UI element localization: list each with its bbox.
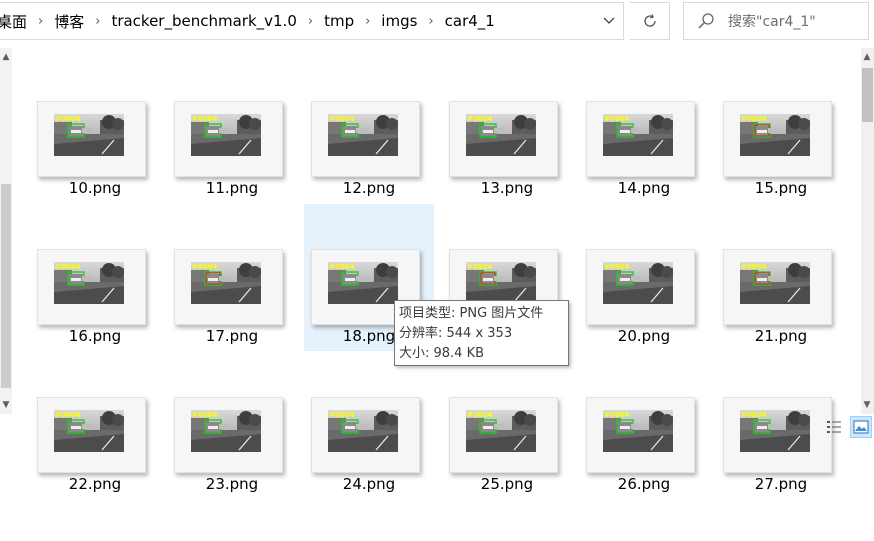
- file-thumbnail: #0004: [586, 101, 695, 177]
- road-photo: #0004: [54, 262, 124, 304]
- file-name: 23.png: [205, 475, 259, 493]
- frame-number-overlay: #0004: [192, 411, 217, 419]
- scroll-thumb[interactable]: [862, 68, 873, 122]
- file-name: 20.png: [617, 327, 671, 345]
- road-photo: #0004: [191, 114, 261, 156]
- frame-number-overlay: #0004: [329, 263, 354, 271]
- road-photo: #0004: [466, 114, 536, 156]
- file-thumbnail: #0004: [449, 397, 558, 473]
- file-thumbnail: #0004: [311, 397, 420, 473]
- file-thumbnail: #0004: [449, 101, 558, 177]
- file-name: 24.png: [342, 475, 396, 493]
- file-name: 12.png: [342, 179, 396, 197]
- scroll-down-icon[interactable]: ▼: [861, 398, 873, 412]
- frame-number-overlay: #0004: [192, 263, 217, 271]
- file-info-tooltip: 项目类型: PNG 图片文件 分辨率: 544 x 353 大小: 98.4 K…: [394, 300, 569, 366]
- large-icons-view-icon: [853, 420, 869, 434]
- frame-number-overlay: #0004: [192, 115, 217, 123]
- road-photo: #0004: [191, 262, 261, 304]
- file-name: 22.png: [68, 475, 122, 493]
- road-photo: #0004: [603, 410, 673, 452]
- file-item[interactable]: #0004 17.png: [167, 247, 297, 393]
- road-photo: #0004: [328, 114, 398, 156]
- frame-number-overlay: #0004: [741, 263, 766, 271]
- road-photo: #0004: [466, 410, 536, 452]
- road-photo: #0004: [740, 114, 810, 156]
- file-item[interactable]: #0004 22.png: [30, 395, 160, 541]
- file-thumbnail: #0004: [723, 397, 832, 473]
- file-thumbnail: #0004: [174, 397, 283, 473]
- road-photo: #0004: [54, 114, 124, 156]
- file-thumbnail: #0004: [37, 101, 146, 177]
- scroll-up-icon[interactable]: ▲: [861, 50, 873, 64]
- details-view-icon: [827, 421, 841, 433]
- file-name: 17.png: [205, 327, 259, 345]
- file-item[interactable]: #0004 24.png: [304, 395, 434, 541]
- frame-number-overlay: #0004: [467, 263, 492, 271]
- file-item[interactable]: #0004 15.png: [716, 99, 846, 245]
- file-name: 10.png: [68, 179, 122, 197]
- file-thumbnail: #0004: [37, 249, 146, 325]
- file-name: 27.png: [754, 475, 808, 493]
- road-photo: #0004: [328, 262, 398, 304]
- file-item[interactable]: #0004 16.png: [30, 247, 160, 393]
- file-thumbnail: #0004: [174, 249, 283, 325]
- road-photo: #0004: [740, 410, 810, 452]
- frame-number-overlay: #0004: [329, 115, 354, 123]
- file-thumbnail: #0004: [586, 249, 695, 325]
- file-thumbnail: #0004: [37, 397, 146, 473]
- file-grid: #0004 10.png #0004 11.png #0004 12.png #0004 13…: [0, 0, 860, 493]
- large-icons-view-button[interactable]: [850, 416, 872, 438]
- file-name: 21.png: [754, 327, 808, 345]
- road-photo: #0004: [603, 114, 673, 156]
- file-name: 26.png: [617, 475, 671, 493]
- file-item[interactable]: #0004 14.png: [579, 99, 709, 245]
- file-item[interactable]: #0004 23.png: [167, 395, 297, 541]
- file-name: 14.png: [617, 179, 671, 197]
- frame-number-overlay: #0004: [741, 115, 766, 123]
- details-view-button[interactable]: [823, 416, 845, 438]
- frame-number-overlay: #0004: [604, 411, 629, 419]
- file-thumbnail: #0004: [723, 249, 832, 325]
- frame-number-overlay: #0004: [604, 115, 629, 123]
- road-photo: #0004: [54, 410, 124, 452]
- frame-number-overlay: #0004: [55, 115, 80, 123]
- frame-number-overlay: #0004: [741, 411, 766, 419]
- road-photo: #0004: [466, 262, 536, 304]
- file-list-scrollbar[interactable]: ▲ ▼: [861, 48, 874, 414]
- file-item[interactable]: #0004 13.png: [442, 99, 572, 245]
- file-thumbnail: #0004: [311, 101, 420, 177]
- frame-number-overlay: #0004: [467, 115, 492, 123]
- file-name: 13.png: [480, 179, 534, 197]
- frame-number-overlay: #0004: [55, 411, 80, 419]
- file-thumbnail: #0004: [723, 101, 832, 177]
- file-name: 25.png: [480, 475, 534, 493]
- frame-number-overlay: #0004: [329, 411, 354, 419]
- tooltip-dimensions: 分辨率: 544 x 353: [399, 326, 513, 341]
- frame-number-overlay: #0004: [467, 411, 492, 419]
- road-photo: #0004: [191, 410, 261, 452]
- file-item[interactable]: #0004 10.png: [30, 99, 160, 245]
- file-name: 16.png: [68, 327, 122, 345]
- road-photo: #0004: [328, 410, 398, 452]
- file-name: 11.png: [205, 179, 259, 197]
- file-item[interactable]: #0004 26.png: [579, 395, 709, 541]
- file-item[interactable]: #0004 25.png: [442, 395, 572, 541]
- file-item[interactable]: #0004 21.png: [716, 247, 846, 393]
- tooltip-type: 项目类型: PNG 图片文件: [399, 306, 544, 321]
- road-photo: #0004: [603, 262, 673, 304]
- file-item[interactable]: #0004 20.png: [579, 247, 709, 393]
- frame-number-overlay: #0004: [604, 263, 629, 271]
- file-item[interactable]: #0004 11.png: [167, 99, 297, 245]
- file-thumbnail: #0004: [174, 101, 283, 177]
- file-thumbnail: #0004: [586, 397, 695, 473]
- tooltip-size: 大小: 98.4 KB: [399, 346, 485, 361]
- road-photo: #0004: [740, 262, 810, 304]
- file-name: 15.png: [754, 179, 808, 197]
- frame-number-overlay: #0004: [55, 263, 80, 271]
